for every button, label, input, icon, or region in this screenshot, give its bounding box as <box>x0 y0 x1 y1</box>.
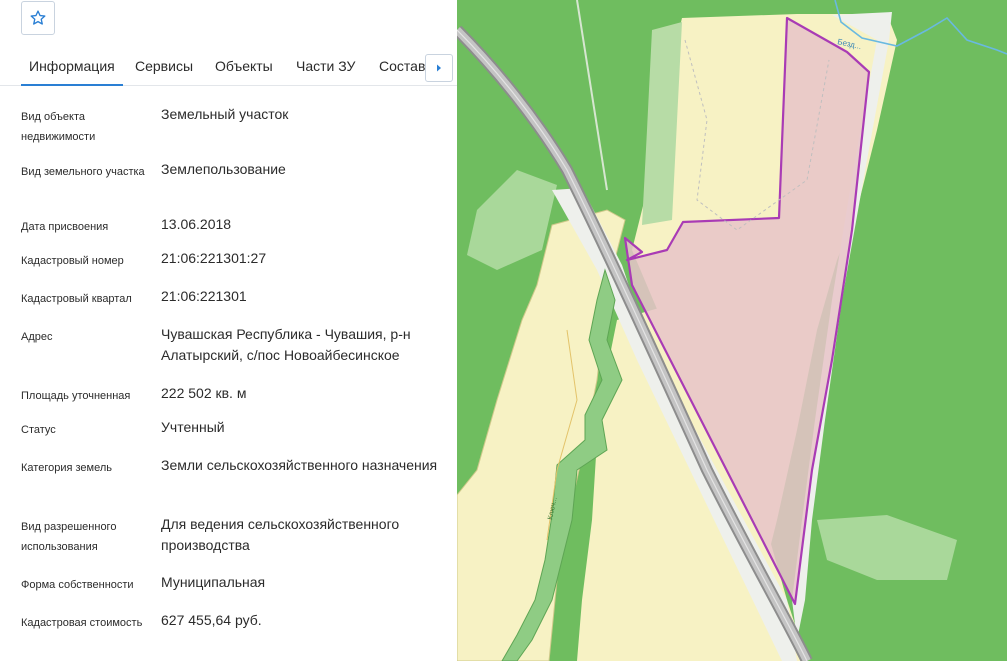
property-label: Дата присвоения <box>21 221 109 233</box>
property-value: Муниципальная <box>161 574 266 590</box>
property-label: Статус <box>21 424 56 436</box>
property-label: Категория земель <box>21 462 112 474</box>
property-value: 627 455,64 руб. <box>161 612 262 628</box>
property-label: Форма собственности <box>21 579 134 591</box>
property-label: Вид объекта недвижимости <box>21 111 96 143</box>
map-view[interactable]: Безд... Ключ... <box>452 0 1007 664</box>
property-label: Кадастровая стоимость <box>21 617 143 629</box>
property-value: Земли сельскохозяйственного назначения <box>161 457 438 473</box>
property-value: 13.06.2018 <box>161 216 232 232</box>
tab-composition[interactable]: Состав <box>379 58 425 74</box>
property-label: Кадастровый номер <box>21 255 124 267</box>
property-value: 222 502 кв. м <box>161 385 247 401</box>
property-value: Учтенный <box>161 419 225 435</box>
tab-info[interactable]: Информация <box>21 58 123 86</box>
property-label: Вид земельного участка <box>21 166 145 178</box>
property-value: 21:06:221301 <box>161 288 247 304</box>
tab-objects[interactable]: Объекты <box>215 58 273 74</box>
property-value: 21:06:221301:27 <box>161 250 267 266</box>
property-label: Кадастровый квартал <box>21 293 132 305</box>
property-value: Чувашская Республика - Чувашия, р-н Алат… <box>161 326 411 363</box>
favorite-button[interactable] <box>21 1 55 35</box>
chevron-right-icon <box>437 64 441 72</box>
property-value: Земельный участок <box>161 106 289 122</box>
tab-bar: Информация Сервисы Объекты Части ЗУ Сост… <box>0 48 457 86</box>
tab-parcel-parts[interactable]: Части ЗУ <box>296 58 355 74</box>
tabs-scroll-right-button[interactable] <box>425 54 453 82</box>
property-value: Для ведения сельскохозяйственного произв… <box>161 516 400 553</box>
property-label: Адрес <box>21 331 53 343</box>
property-label: Вид разрешенного использования <box>21 521 117 553</box>
star-icon <box>30 10 46 25</box>
tab-services[interactable]: Сервисы <box>135 58 193 74</box>
property-label: Площадь уточненная <box>21 390 131 402</box>
property-value: Землепользование <box>161 161 286 177</box>
info-panel: Информация Сервисы Объекты Части ЗУ Сост… <box>0 0 457 661</box>
map-canvas[interactable]: Безд... Ключ... <box>452 0 1007 664</box>
